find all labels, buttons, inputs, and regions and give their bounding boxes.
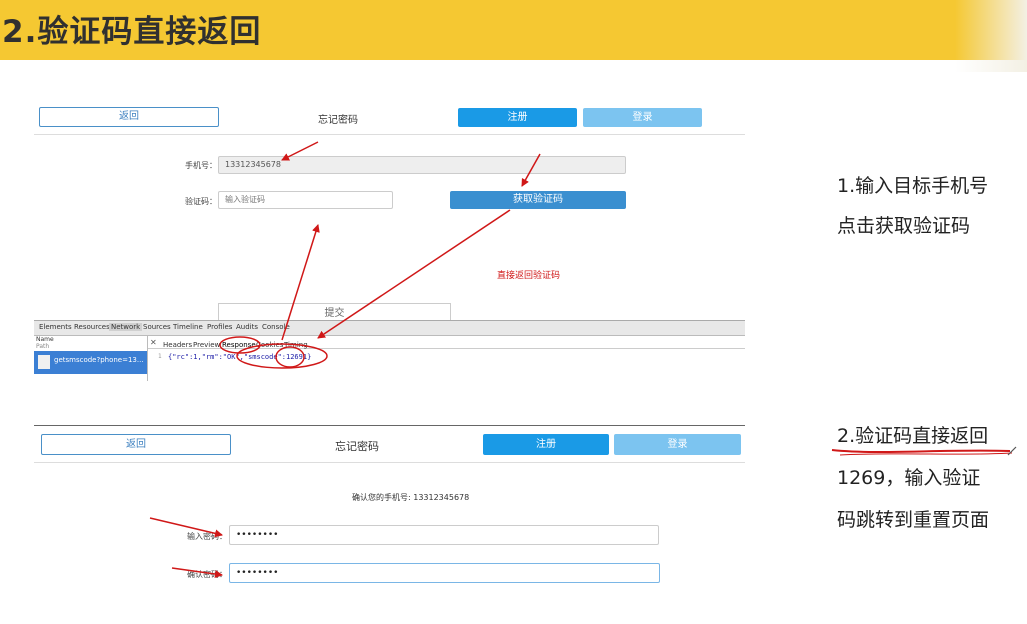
step1-line2: 点击获取验证码 xyxy=(837,215,971,237)
arrow-response-to-code xyxy=(281,224,320,341)
arrow-to-password xyxy=(149,517,223,538)
arrow-to-get-code xyxy=(521,153,541,187)
arrow-to-confirm xyxy=(171,567,223,578)
step2-line2: 1269，输入验证 xyxy=(837,467,981,489)
step2-line3: 码跳转到重置页面 xyxy=(837,509,990,531)
circle-code-value xyxy=(275,346,305,368)
step1-line1: 1.输入目标手机号 xyxy=(837,175,989,197)
step2-note: 2.验证码直接返回 1269，输入验证 码跳转到重置页面 xyxy=(837,418,989,538)
step2-line1: 2.验证码直接返回 xyxy=(837,425,989,447)
step1-note: 1.输入目标手机号 点击获取验证码 xyxy=(837,168,988,244)
circle-response-tab xyxy=(219,336,261,354)
arrow-to-phone xyxy=(281,141,319,161)
arrow-to-response xyxy=(317,209,511,339)
